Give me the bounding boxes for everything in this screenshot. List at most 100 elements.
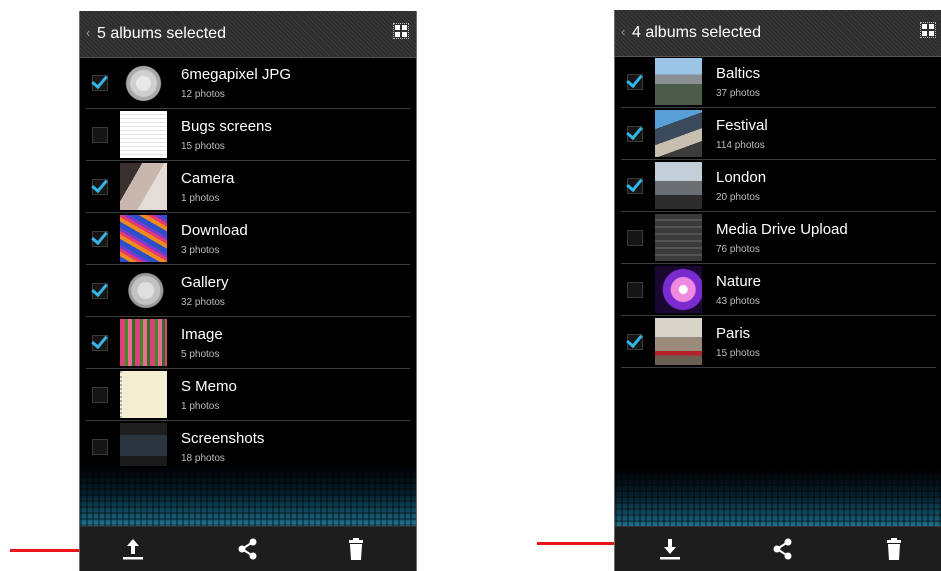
background-glow — [615, 468, 941, 528]
album-row[interactable]: S Memo 1 photos — [86, 369, 410, 421]
grid-view-icon[interactable] — [393, 23, 409, 39]
album-row[interactable]: Download 3 photos — [86, 213, 410, 265]
album-name: Paris — [716, 325, 751, 342]
select-checkbox[interactable] — [627, 230, 643, 246]
phone-screen-right: ‹ 4 albums selected Baltics 37 photos Fest… — [614, 10, 941, 571]
album-photo-count: 12 photos — [181, 89, 225, 100]
album-row[interactable]: Media Drive Upload 76 photos — [621, 212, 936, 264]
album-row[interactable]: Festival 114 photos — [621, 108, 936, 160]
album-row[interactable]: London 20 photos — [621, 160, 936, 212]
select-checkbox[interactable] — [91, 279, 108, 299]
album-photo-count: 20 photos — [716, 192, 760, 203]
album-thumbnail — [655, 266, 702, 313]
album-row[interactable]: Gallery 32 photos — [86, 265, 410, 317]
select-checkbox[interactable] — [92, 127, 108, 143]
upload-icon[interactable] — [118, 535, 148, 563]
album-row[interactable]: Image 5 photos — [86, 317, 410, 369]
share-icon[interactable] — [233, 535, 263, 563]
album-name: Screenshots — [181, 430, 265, 447]
album-thumbnail — [120, 215, 167, 262]
album-photo-count: 15 photos — [181, 141, 225, 152]
grid-view-icon[interactable] — [920, 22, 936, 38]
share-icon[interactable] — [768, 535, 798, 563]
album-row[interactable]: Camera 1 photos — [86, 161, 410, 213]
select-checkbox[interactable] — [626, 174, 643, 194]
checkmark-icon — [91, 279, 108, 298]
download-icon[interactable] — [655, 535, 685, 563]
select-checkbox[interactable] — [91, 175, 108, 195]
album-list: 6megapixel JPG 12 photos Bugs screens 15 ph… — [80, 57, 416, 473]
album-name: Media Drive Upload — [716, 221, 848, 238]
album-thumbnail — [120, 423, 167, 470]
album-thumbnail — [120, 371, 167, 418]
album-thumbnail — [655, 58, 702, 105]
delete-icon[interactable] — [879, 535, 909, 563]
album-photo-count: 43 photos — [716, 296, 760, 307]
album-name: Image — [181, 326, 223, 343]
album-photo-count: 18 photos — [181, 453, 225, 464]
checkmark-icon — [626, 174, 643, 193]
checkmark-icon — [626, 330, 643, 349]
delete-icon[interactable] — [341, 535, 371, 563]
album-name: S Memo — [181, 378, 237, 395]
action-bar: ‹ 5 albums selected — [80, 11, 416, 58]
album-photo-count: 3 photos — [181, 245, 220, 256]
album-name: London — [716, 169, 767, 186]
select-checkbox[interactable] — [91, 331, 108, 351]
select-checkbox[interactable] — [91, 227, 108, 247]
album-photo-count: 37 photos — [716, 88, 760, 99]
select-checkbox[interactable] — [92, 439, 108, 455]
album-row[interactable]: Bugs screens 15 photos — [86, 109, 410, 161]
select-checkbox[interactable] — [91, 71, 108, 91]
album-photo-count: 76 photos — [716, 244, 760, 255]
album-list: Baltics 37 photos Festival 114 photos London… — [615, 56, 941, 368]
annotation-arrow-left — [10, 542, 100, 558]
checkmark-icon — [91, 71, 108, 90]
checkmark-icon — [91, 175, 108, 194]
checkmark-icon — [626, 70, 643, 89]
checkmark-icon — [91, 331, 108, 350]
album-thumbnail — [120, 319, 167, 366]
album-photo-count: 5 photos — [181, 349, 220, 360]
album-thumbnail — [120, 59, 167, 106]
checkmark-icon — [626, 122, 643, 141]
album-row[interactable]: 6megapixel JPG 12 photos — [86, 57, 410, 109]
album-thumbnail — [655, 162, 702, 209]
album-thumbnail — [120, 163, 167, 210]
album-row[interactable]: Baltics 37 photos — [621, 56, 936, 108]
select-checkbox[interactable] — [626, 330, 643, 350]
album-thumbnail — [120, 111, 167, 158]
background-glow — [80, 466, 416, 526]
album-photo-count: 32 photos — [181, 297, 225, 308]
selection-title: 5 albums selected — [97, 25, 226, 42]
album-name: Gallery — [181, 274, 229, 291]
select-checkbox[interactable] — [626, 70, 643, 90]
album-name: Camera — [181, 170, 235, 187]
album-thumbnail — [655, 318, 702, 365]
checkmark-icon — [91, 227, 108, 246]
album-name: 6megapixel JPG — [181, 66, 292, 83]
action-bar: ‹ 4 albums selected — [615, 10, 941, 57]
album-name: Bugs screens — [181, 118, 272, 135]
selection-title: 4 albums selected — [632, 24, 761, 41]
album-name: Baltics — [716, 65, 761, 82]
album-name: Nature — [716, 273, 762, 290]
album-photo-count: 15 photos — [716, 348, 760, 359]
album-row[interactable]: Paris 15 photos — [621, 316, 936, 368]
back-chevron-icon[interactable]: ‹ — [86, 25, 90, 40]
select-checkbox[interactable] — [92, 387, 108, 403]
album-thumbnail — [120, 267, 167, 314]
album-thumbnail — [655, 110, 702, 157]
album-photo-count: 114 photos — [716, 140, 765, 151]
phone-screen-left: ‹ 5 albums selected 6megapixel JPG 12 pho… — [79, 11, 417, 571]
album-thumbnail — [655, 214, 702, 261]
select-checkbox[interactable] — [627, 282, 643, 298]
album-photo-count: 1 photos — [181, 401, 220, 412]
select-checkbox[interactable] — [626, 122, 643, 142]
album-name: Festival — [716, 117, 768, 134]
album-row[interactable]: Nature 43 photos — [621, 264, 936, 316]
album-name: Download — [181, 222, 248, 239]
album-photo-count: 1 photos — [181, 193, 220, 204]
back-chevron-icon[interactable]: ‹ — [621, 24, 625, 39]
bottom-action-bar — [615, 526, 941, 571]
